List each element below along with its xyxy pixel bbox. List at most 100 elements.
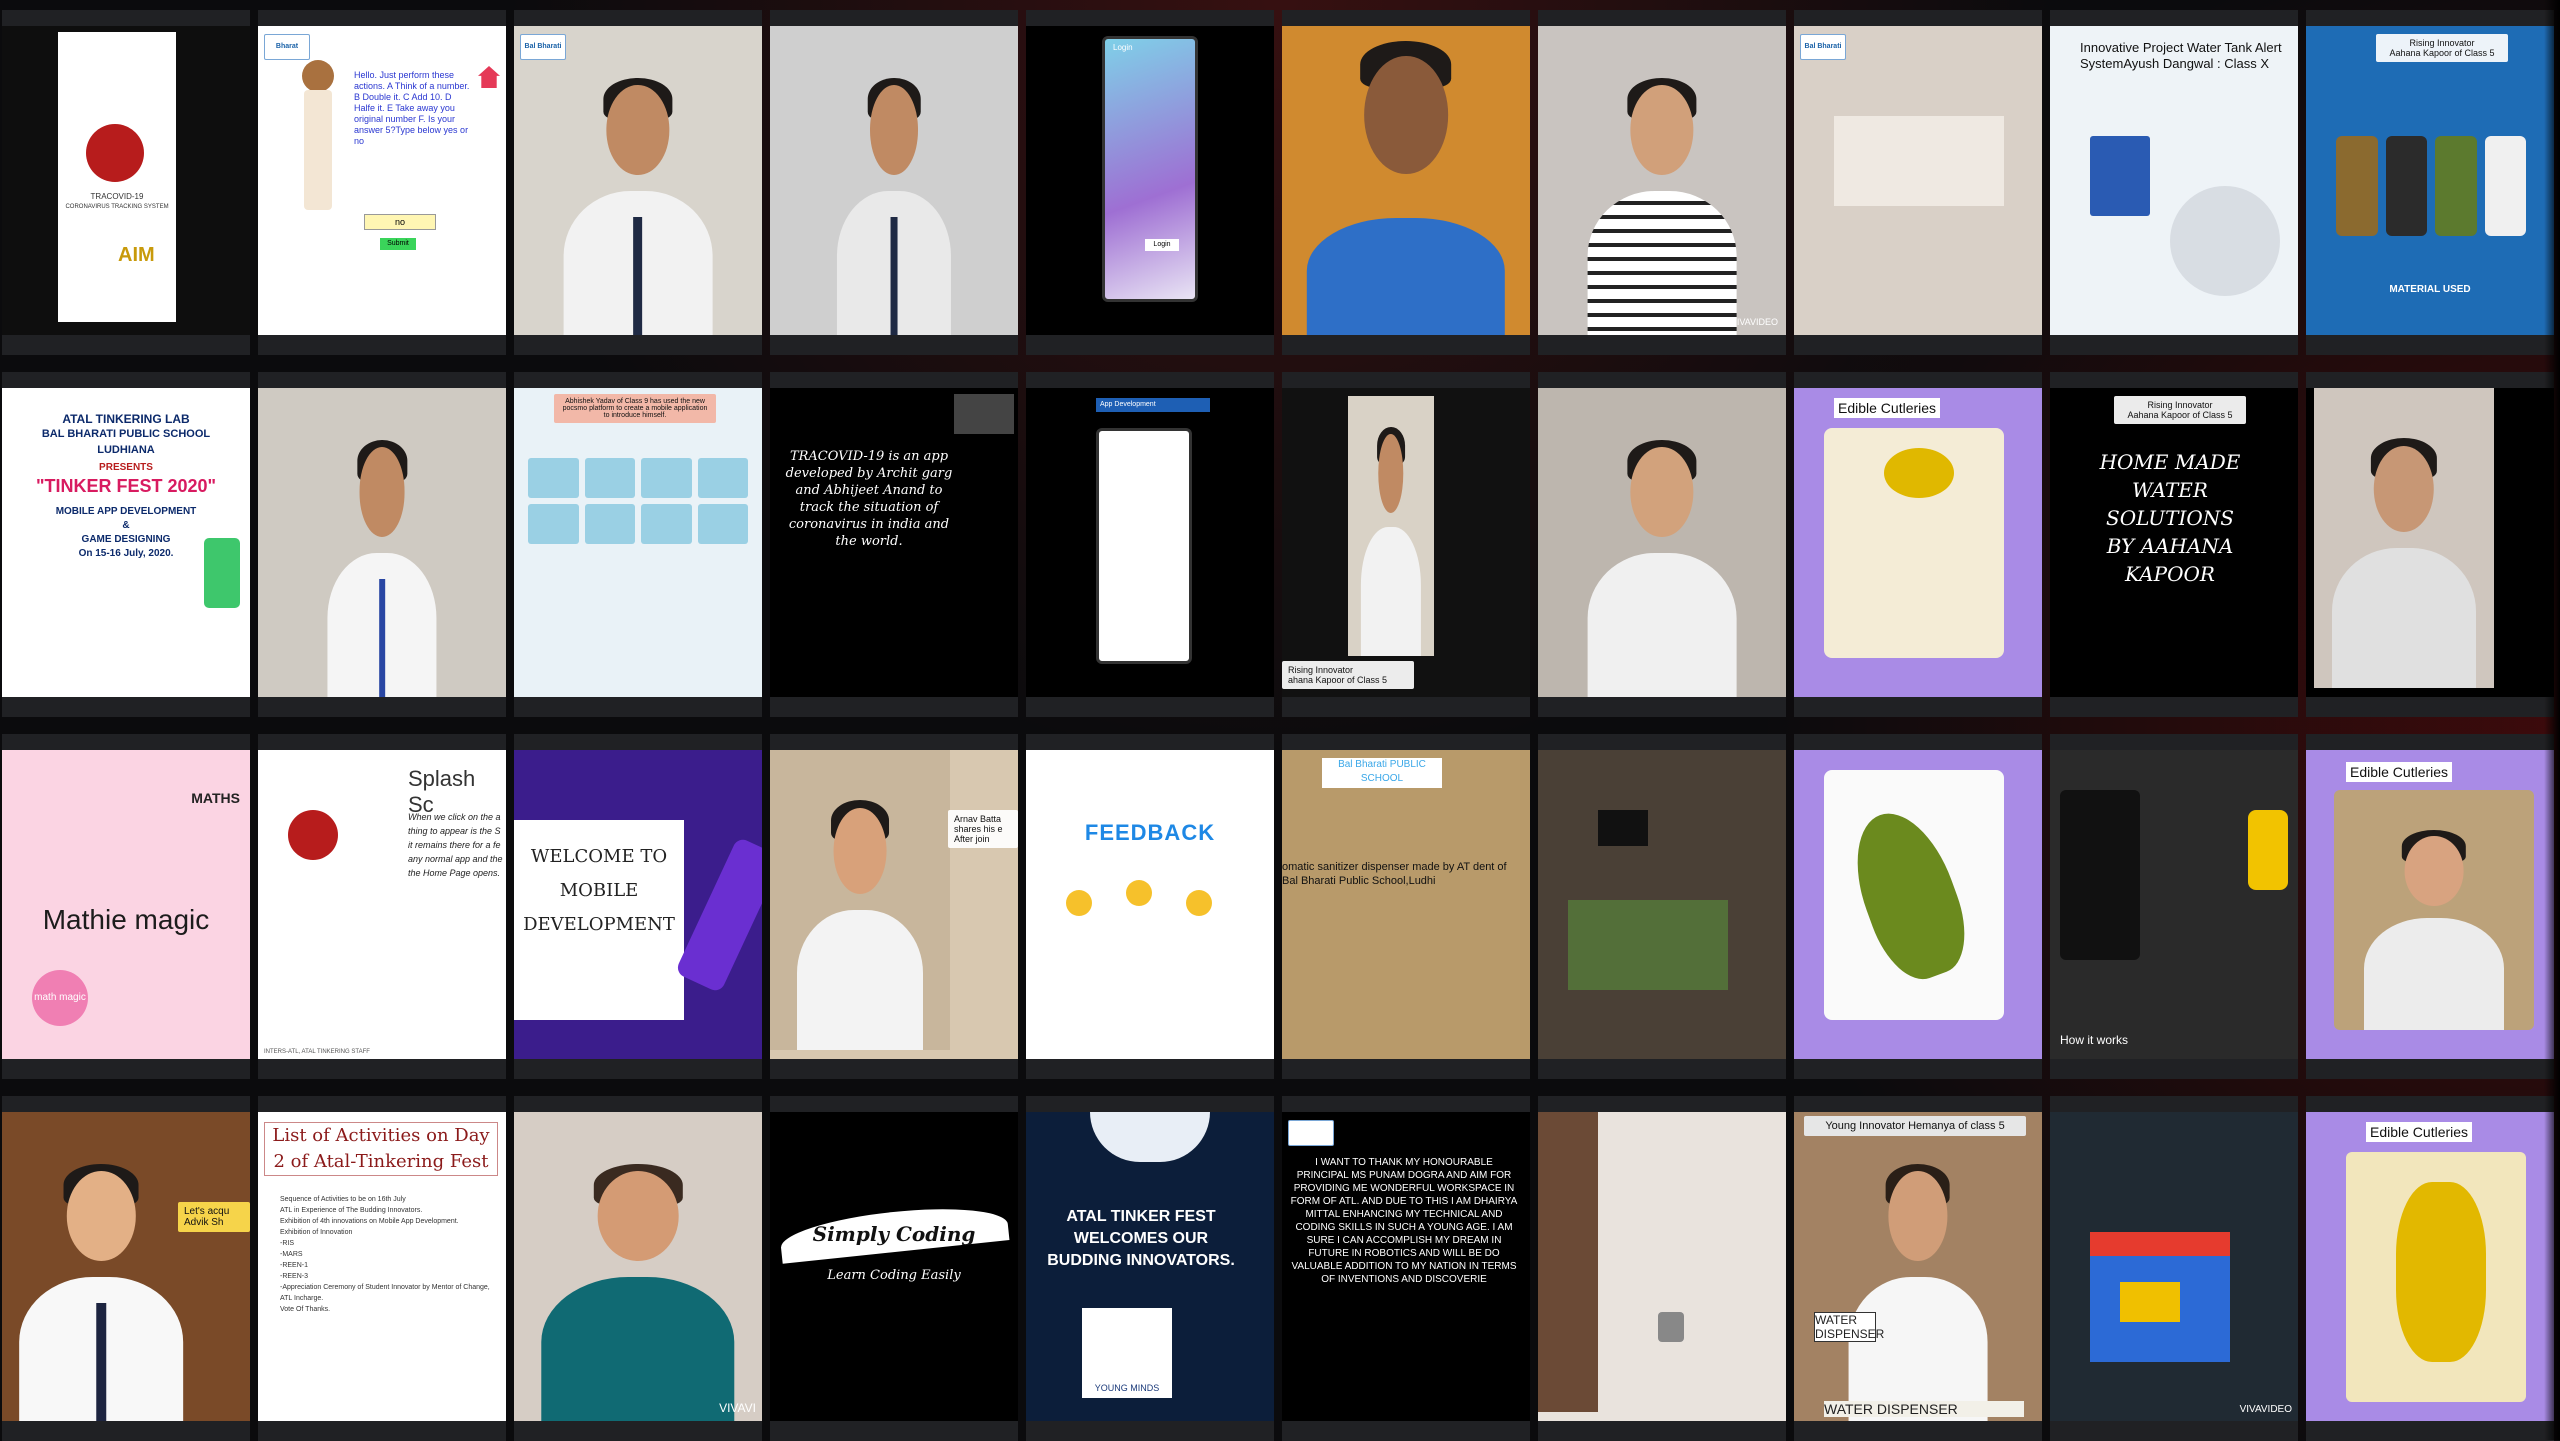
camera-icon[interactable] (1933, 1065, 1942, 1074)
video-tile-r4c4[interactable]: is presenting Simply Coding Learn Coding… (770, 1096, 1018, 1441)
mic-icon[interactable] (122, 703, 131, 712)
video-tile-r4c5[interactable]: is presenting ATAL TINKER FEST WELCOMES … (1026, 1096, 1274, 1441)
mic-icon[interactable] (2426, 1065, 2435, 1074)
video-tile-r1c6[interactable]: is presenting (1282, 10, 1530, 355)
video-tile-r1c2[interactable]: is presenting Bharat Hello. Just perform… (258, 10, 506, 355)
video-tile-r3c5[interactable]: is presenting FEEDBACK (1026, 734, 1274, 1079)
tile-presenter-bar: is presenting (2310, 1097, 2550, 1111)
video-tile-r2c3[interactable]: is presenting Abhishek Yadav of Class 9 … (514, 372, 762, 717)
slide-title: Edible Cutleries (2366, 1122, 2473, 1142)
video-tile-r4c10[interactable]: is presenting Edible Cutleries (2306, 1096, 2554, 1441)
mic-icon[interactable] (890, 703, 899, 712)
submit-button[interactable]: Submit (380, 238, 416, 250)
mic-icon[interactable] (2426, 703, 2435, 712)
mic-icon[interactable] (1658, 1427, 1667, 1436)
mic-icon[interactable] (1146, 341, 1155, 350)
mic-icon[interactable] (1402, 1065, 1411, 1074)
tile-presenter-bar: is presenting (6, 373, 246, 387)
video-tile-r2c7[interactable]: is presenting (1538, 372, 1786, 717)
mic-icon[interactable] (1658, 341, 1667, 350)
mic-icon[interactable] (1402, 703, 1411, 712)
video-tile-r1c1[interactable]: is presenting TRACOVID-19 CORONAVIRUS TR… (2, 10, 250, 355)
mic-icon[interactable] (890, 341, 899, 350)
video-tile-r3c4[interactable]: is presenting Arnav Batta shares his e A… (770, 734, 1018, 1079)
mic-icon[interactable] (634, 341, 643, 350)
video-tile-r3c1[interactable]: is presenting MATHS Mathie magic math ma… (2, 734, 250, 1079)
camera-icon[interactable] (1933, 703, 1942, 712)
video-tile-r4c2[interactable]: is presenting List of Activities on Day … (258, 1096, 506, 1441)
mic-icon[interactable] (1914, 1065, 1923, 1074)
video-tile-r1c9[interactable]: is presenting Innovative Project Water T… (2050, 10, 2298, 355)
video-tile-r3c2[interactable]: is presenting Splash Sc When we click on… (258, 734, 506, 1079)
video-tile-r4c6[interactable]: is presenting I WANT TO THANK MY HONOURA… (1282, 1096, 1530, 1441)
video-tile-r3c8[interactable]: is presenting (1794, 734, 2042, 1079)
mic-icon[interactable] (122, 341, 131, 350)
video-tile-r3c3[interactable]: is presenting WELCOME TO MOBILE DEVELOPM… (514, 734, 762, 1079)
mic-icon[interactable] (2426, 341, 2435, 350)
video-tile-r4c9[interactable]: is presenting VIVAVIDEO (2050, 1096, 2298, 1441)
mic-icon[interactable] (378, 703, 387, 712)
tile-controls (1282, 338, 1530, 352)
mic-icon[interactable] (1658, 1065, 1667, 1074)
video-tile-r4c7[interactable]: is presenting (1538, 1096, 1786, 1441)
mic-icon[interactable] (1658, 703, 1667, 712)
camera-feed: Bal Bharati (514, 26, 762, 335)
hangup-icon[interactable] (1895, 341, 1904, 350)
login-button[interactable]: Login (1145, 239, 1179, 251)
video-tile-r4c1[interactable]: is presenting Let's acqu Advik Sh (2, 1096, 250, 1441)
mic-icon[interactable] (634, 1427, 643, 1436)
mic-icon[interactable] (634, 703, 643, 712)
mic-icon[interactable] (2170, 1065, 2179, 1074)
video-tile-r1c8[interactable]: is presenting Bal Bharati (1794, 10, 2042, 355)
video-tile-r4c8[interactable]: is presenting Young Innovator Hemanya of… (1794, 1096, 2042, 1441)
video-tile-r4c3[interactable]: is presenting VIVAVI (514, 1096, 762, 1441)
mic-icon[interactable] (2170, 703, 2179, 712)
mic-icon[interactable] (1402, 341, 1411, 350)
mic-icon[interactable] (378, 1427, 387, 1436)
mic-icon[interactable] (378, 1065, 387, 1074)
video-tile-r3c10[interactable]: is presenting Edible Cutleries (2306, 734, 2554, 1079)
mic-icon[interactable] (122, 1065, 131, 1074)
mic-icon[interactable] (1914, 1427, 1923, 1436)
video-tile-r1c5[interactable]: is presenting Login Login (1026, 10, 1274, 355)
video-tile-r1c7[interactable]: is presenting VIVAVIDEO (1538, 10, 1786, 355)
tile-presenter-bar: is presenting (2054, 1097, 2294, 1111)
video-tile-r3c6[interactable]: is presenting Bal Bharati PUBLIC SCHOOL … (1282, 734, 1530, 1079)
video-tile-r2c5[interactable]: is presenting App Development (1026, 372, 1274, 717)
mic-icon[interactable] (1146, 1427, 1155, 1436)
mic-icon[interactable] (1146, 703, 1155, 712)
mic-icon[interactable] (122, 1427, 131, 1436)
mic-icon[interactable] (1914, 341, 1923, 350)
mic-icon[interactable] (1146, 1065, 1155, 1074)
video-tile-r1c4[interactable]: is presenting (770, 10, 1018, 355)
app-subtitle: CORONAVIRUS TRACKING SYSTEM (65, 204, 169, 210)
video-tile-r2c8[interactable]: is presenting Edible Cutleries (1794, 372, 2042, 717)
video-tile-r1c3[interactable]: is presenting Bal Bharati (514, 10, 762, 355)
video-tile-r2c4[interactable]: is presenting TRACOVID-19 is an app deve… (770, 372, 1018, 717)
mic-icon[interactable] (2170, 1427, 2179, 1436)
video-tile-r2c9[interactable]: is presenting Rising Innovator Aahana Kap… (2050, 372, 2298, 717)
home-icon[interactable] (478, 66, 500, 88)
camera-icon[interactable] (1933, 341, 1942, 350)
answer-input[interactable]: no (364, 214, 436, 230)
mic-icon[interactable] (2170, 341, 2179, 350)
hangup-icon[interactable] (1895, 1065, 1904, 1074)
presenter-label: is presenting (518, 376, 558, 383)
mic-icon[interactable] (890, 1427, 899, 1436)
video-tile-r2c6[interactable]: is presenting Rising Innovator ahana Kapo… (1282, 372, 1530, 717)
mic-icon[interactable] (634, 1065, 643, 1074)
video-tile-r3c7[interactable]: is presenting (1538, 734, 1786, 1079)
video-tile-r2c10[interactable]: is presenting (2306, 372, 2554, 717)
camera-feed: Edible Cutleries (2306, 1112, 2554, 1421)
presenter-label: is presenting (1798, 738, 1838, 745)
video-tile-r2c1[interactable]: is presenting ATAL TINKERING LAB BAL BHA… (2, 372, 250, 717)
mic-icon[interactable] (1402, 1427, 1411, 1436)
hangup-icon[interactable] (1895, 703, 1904, 712)
video-tile-r1c10[interactable]: is presenting Rising Innovator Aahana Kap… (2306, 10, 2554, 355)
mic-icon[interactable] (378, 341, 387, 350)
mic-icon[interactable] (1914, 703, 1923, 712)
mic-icon[interactable] (890, 1065, 899, 1074)
video-tile-r3c9[interactable]: is presenting How it works (2050, 734, 2298, 1079)
mic-icon[interactable] (2426, 1427, 2435, 1436)
video-tile-r2c2[interactable]: is presenting (258, 372, 506, 717)
